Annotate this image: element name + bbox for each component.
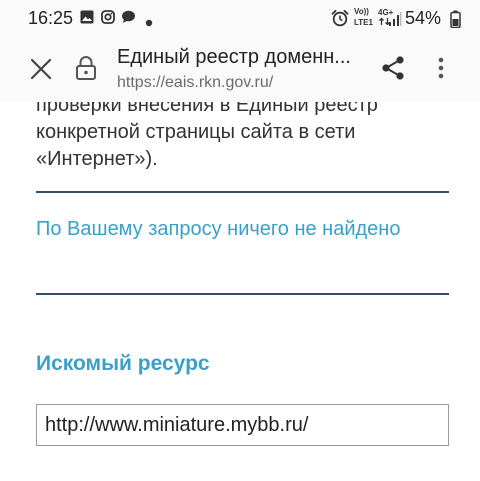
chat-bubble-icon <box>121 10 136 29</box>
signal-icon <box>388 11 402 32</box>
instagram-icon <box>101 10 115 29</box>
page-url[interactable]: https://eais.rkn.gov.ru/ <box>117 74 273 92</box>
lock-icon[interactable] <box>75 55 97 86</box>
resource-field[interactable]: http://www.miniature.mybb.ru/ <box>36 404 449 446</box>
resource-heading: Искомый ресурс <box>36 352 210 375</box>
intro-text: проверки внесения в Единый реестр конкре… <box>36 102 456 173</box>
browser-toolbar: Единый реестр доменн... https://eais.rkn… <box>0 36 480 102</box>
page-title[interactable]: Единый реестр доменн... <box>117 46 369 69</box>
share-icon[interactable] <box>380 55 406 86</box>
volte-label: Vo)) <box>354 7 369 16</box>
more-vert-icon[interactable] <box>437 56 445 85</box>
battery-percent: 54% <box>405 8 442 28</box>
dot-icon <box>145 14 153 32</box>
status-time: 16:25 <box>28 8 74 28</box>
not-found-message: По Вашему запросу ничего не найдено <box>36 218 401 240</box>
page-content: проверки внесения в Единый реестр конкре… <box>0 102 480 481</box>
divider <box>36 191 449 193</box>
partial-heading <box>36 472 216 481</box>
intro-line: «Интернет»). <box>36 148 158 170</box>
divider <box>36 293 449 295</box>
intro-line: конкретной страницы сайта в сети <box>36 121 356 143</box>
close-icon[interactable] <box>29 57 53 86</box>
resource-value: http://www.miniature.mybb.ru/ <box>45 414 309 436</box>
status-bar: 16:25 Vo)) LTE1 4G+ 54% <box>0 0 480 36</box>
gallery-icon <box>80 10 94 29</box>
alarm-icon <box>331 9 349 32</box>
battery-icon <box>450 10 461 33</box>
intro-line: проверки внесения в Единый реестр <box>36 102 378 116</box>
lte-label: LTE1 <box>354 18 373 27</box>
volte-icon: Vo)) LTE1 <box>354 8 378 27</box>
